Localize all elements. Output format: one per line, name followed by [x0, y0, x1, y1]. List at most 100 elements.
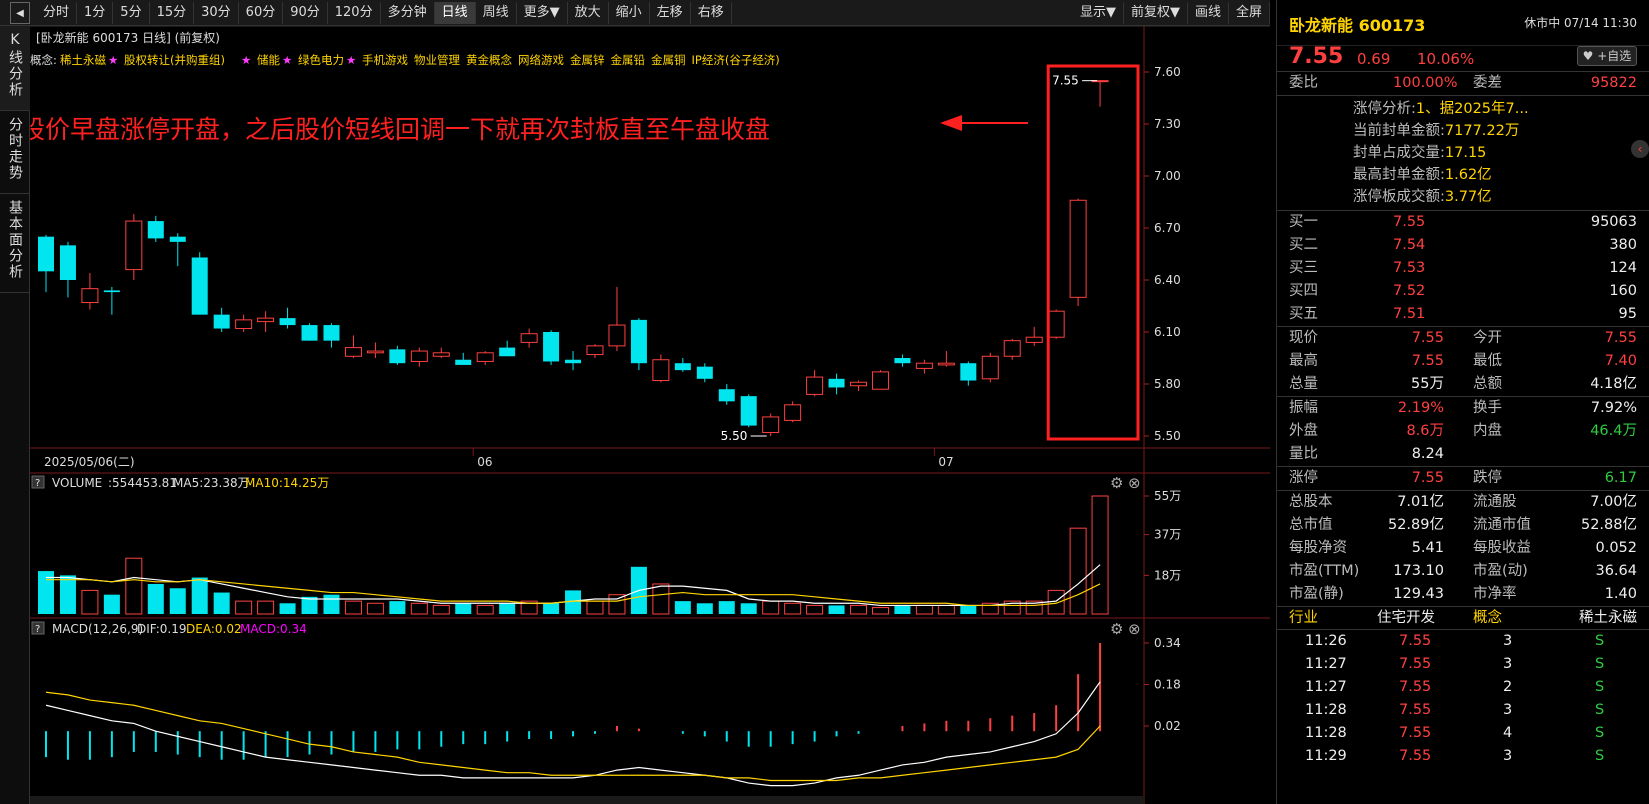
close-icon[interactable]: ⊗	[1128, 620, 1141, 638]
candle[interactable]	[125, 214, 143, 280]
concept-tag[interactable]: 手机游戏	[362, 53, 408, 67]
candle[interactable]	[344, 335, 362, 358]
candle[interactable]	[147, 215, 164, 242]
concept-tag[interactable]: 股权转让(并购重组)	[124, 53, 225, 67]
candle[interactable]	[740, 394, 757, 428]
period-tab-10[interactable]: 周线	[476, 1, 517, 24]
candle[interactable]	[915, 359, 933, 374]
candle[interactable]	[103, 286, 120, 315]
concept-tag[interactable]: 金属锌	[570, 53, 605, 67]
candle[interactable]	[543, 330, 560, 365]
toolbar-right-0[interactable]: 显示▼	[1073, 1, 1124, 24]
concept-tag[interactable]: 黄金概念	[466, 53, 512, 67]
candle[interactable]	[1069, 198, 1087, 306]
candle[interactable]	[520, 328, 538, 348]
candle[interactable]	[652, 354, 670, 383]
candle[interactable]	[432, 347, 450, 358]
horizontal-scrollbar[interactable]	[30, 796, 1144, 804]
candle[interactable]	[981, 352, 999, 383]
candle[interactable]	[674, 358, 691, 372]
candle[interactable]	[257, 311, 275, 332]
concept-tag[interactable]: IP经济(谷子经济)	[692, 53, 780, 67]
collapse-toggle-icon[interactable]: ◀	[10, 1, 30, 24]
candle[interactable]	[38, 234, 54, 293]
period-tab-0[interactable]: 分时	[36, 1, 78, 24]
candle[interactable]	[850, 380, 868, 391]
period-tab-15[interactable]: 右移	[691, 1, 732, 24]
candle[interactable]	[476, 351, 494, 365]
toolbar-right-3[interactable]: 全屏	[1229, 1, 1270, 24]
candle[interactable]	[894, 354, 911, 367]
candle[interactable]	[301, 323, 318, 341]
period-tab-8[interactable]: 多分钟	[381, 1, 435, 24]
collapse-chevron-icon[interactable]: ‹	[1631, 140, 1649, 158]
candle[interactable]	[59, 241, 76, 298]
concept-tag[interactable]: 稀土永磁	[60, 53, 106, 67]
left-tab-1[interactable]: 分时走势	[0, 111, 30, 194]
concept-tag[interactable]: 绿色电力	[298, 53, 344, 67]
candle[interactable]	[389, 345, 406, 365]
candle[interactable]	[499, 340, 516, 357]
period-tab-7[interactable]: 120分	[328, 1, 381, 24]
period-tab-4[interactable]: 30分	[194, 1, 239, 24]
candle[interactable]	[323, 323, 340, 348]
candle[interactable]	[565, 351, 582, 371]
concept-tag[interactable]: 物业管理	[414, 53, 460, 67]
kline-chart-svg[interactable]: [卧龙新能 600173 日线] (前复权)概念: 稀土永磁 ★ 股权转让(并购重组)…	[30, 26, 1270, 804]
candle[interactable]	[410, 347, 428, 367]
candle[interactable]	[586, 344, 604, 358]
candle[interactable]	[960, 361, 977, 386]
candle[interactable]	[937, 351, 955, 367]
candle[interactable]	[191, 252, 208, 315]
candle[interactable]	[784, 401, 802, 423]
candle[interactable]	[718, 384, 735, 405]
candle[interactable]	[455, 352, 472, 365]
candle[interactable]	[871, 370, 889, 390]
candle[interactable]	[828, 373, 845, 395]
industry-value[interactable]: 住宅开发	[1377, 607, 1435, 630]
candle[interactable]	[169, 233, 186, 267]
candle[interactable]	[630, 318, 647, 371]
close-icon[interactable]: ⊗	[1128, 474, 1141, 492]
candle[interactable]	[279, 307, 296, 329]
bid-row[interactable]: 买一 7.55 95063	[1277, 211, 1649, 234]
concept-tag[interactable]: 网络游戏	[518, 53, 564, 67]
period-tab-6[interactable]: 90分	[283, 1, 328, 24]
period-tab-14[interactable]: 左移	[650, 1, 691, 24]
candle[interactable]	[1091, 80, 1109, 107]
period-tab-2[interactable]: 5分	[113, 1, 150, 24]
concept-value[interactable]: 稀土永磁	[1579, 607, 1637, 630]
period-tab-5[interactable]: 60分	[239, 1, 284, 24]
period-tab-12[interactable]: 放大	[568, 1, 609, 24]
add-watchlist-button[interactable]: ♥ +自选	[1577, 46, 1637, 66]
candle[interactable]	[1047, 309, 1065, 339]
candle[interactable]	[81, 273, 99, 310]
candle[interactable]	[1025, 326, 1043, 346]
candle[interactable]	[806, 370, 824, 397]
period-tab-11[interactable]: 更多▼	[517, 1, 568, 24]
bid-row[interactable]: 买五 7.51 95	[1277, 303, 1649, 326]
period-tab-1[interactable]: 1分	[77, 1, 114, 24]
bid-row[interactable]: 买三 7.53 124	[1277, 257, 1649, 280]
candle[interactable]	[696, 363, 713, 383]
period-tab-13[interactable]: 缩小	[609, 1, 650, 24]
candle[interactable]	[762, 413, 780, 436]
gear-icon[interactable]: ⚙	[1110, 474, 1123, 492]
left-tab-2[interactable]: 基本面分析	[0, 194, 30, 293]
candle[interactable]	[366, 342, 384, 358]
toolbar-right-1[interactable]: 前复权▼	[1124, 1, 1188, 24]
bid-row[interactable]: 买四 7.52 160	[1277, 280, 1649, 303]
concept-tag[interactable]: 金属铅	[611, 53, 646, 67]
candle[interactable]	[1003, 338, 1021, 360]
period-tab-9[interactable]: 日线	[434, 1, 476, 24]
toolbar-right-2[interactable]: 画线	[1188, 1, 1229, 24]
candle[interactable]	[235, 314, 253, 332]
candle[interactable]	[608, 286, 626, 352]
bid-row[interactable]: 买二 7.54 380	[1277, 234, 1649, 257]
concept-tag[interactable]: 储能	[257, 53, 280, 67]
gear-icon[interactable]: ⚙	[1110, 620, 1123, 638]
period-tab-3[interactable]: 15分	[150, 1, 195, 24]
candle[interactable]	[213, 307, 230, 332]
left-tab-0[interactable]: K线分析	[0, 26, 30, 111]
concept-tag[interactable]: 金属铜	[651, 53, 686, 67]
